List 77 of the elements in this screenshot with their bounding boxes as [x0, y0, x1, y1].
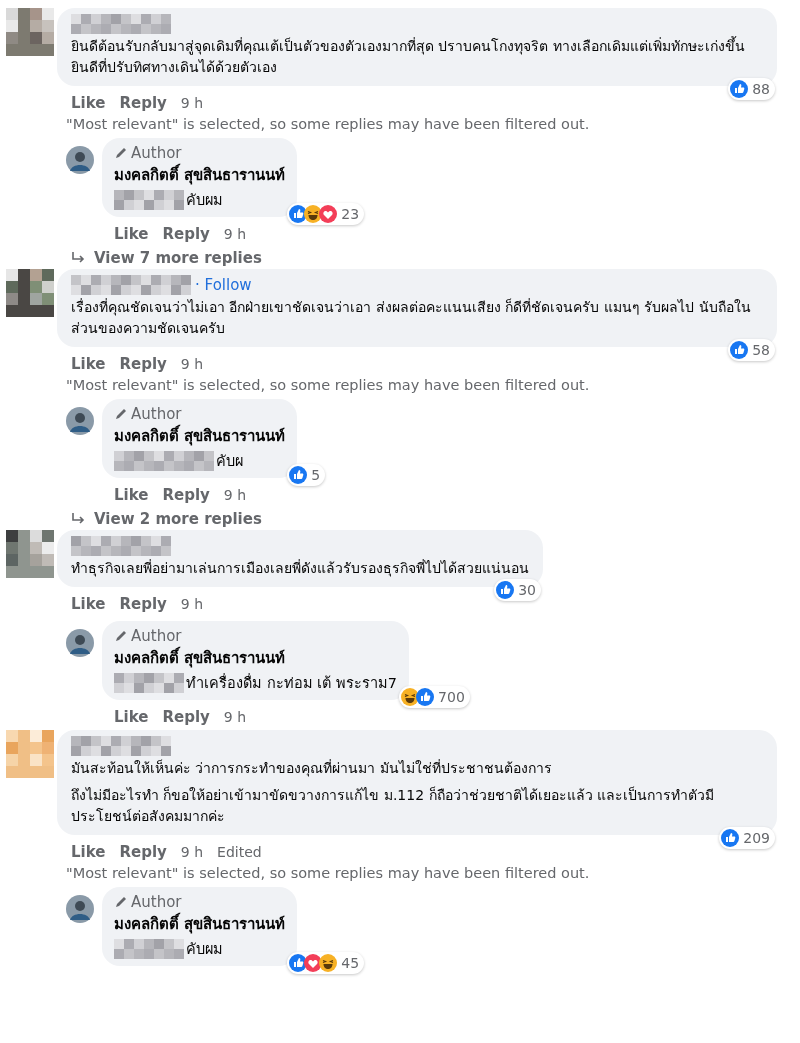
edited-label: Edited [217, 844, 262, 860]
reaction-summary[interactable]: 45 [287, 952, 365, 974]
like-icon [730, 341, 749, 359]
timestamp[interactable]: 9 h [180, 95, 204, 111]
like-icon [496, 581, 515, 599]
author-name[interactable]: มงคลกิตติ์ สุขสินธารานนท์ [114, 646, 398, 670]
view-more-replies-link[interactable]: View 2 more replies [6, 506, 800, 528]
blurred-text [114, 672, 184, 693]
view-more-replies-link[interactable]: View 7 more replies [6, 245, 800, 267]
reply-link[interactable]: Reply [119, 595, 167, 613]
like-icon [721, 829, 740, 847]
like-link[interactable]: Like [71, 843, 106, 861]
blurred-avatar [6, 8, 54, 56]
follow-link[interactable]: · Follow [195, 276, 252, 294]
like-link[interactable]: Like [114, 708, 149, 726]
avatar-icon[interactable] [66, 146, 94, 174]
comment-text: ทำธุรกิจเลยพี่อย่ามาเล่นการเมืองเลยพี่ดังแล้วรับรองธุรกิจพี่ไปได้สวยแน่นอน [71, 558, 529, 579]
author-label: Author [131, 144, 182, 162]
timestamp[interactable]: 9 h [223, 487, 247, 503]
avatar-icon[interactable] [66, 407, 94, 435]
author-label: Author [131, 627, 182, 645]
blurred-avatar [6, 269, 54, 317]
blurred-text [114, 938, 184, 959]
pencil-icon [114, 146, 128, 160]
author-label: Author [131, 893, 182, 911]
like-link[interactable]: Like [71, 595, 106, 613]
reply-text: คับผม [186, 191, 223, 210]
author-name[interactable]: มงคลกิตติ์ สุขสินธารานนท์ [114, 163, 286, 187]
blurred-avatar [6, 530, 54, 578]
reply-link[interactable]: Reply [119, 843, 167, 861]
reply-text: คับผม [186, 940, 223, 959]
author-label: Author [131, 405, 182, 423]
reply-link[interactable]: Reply [119, 94, 167, 112]
like-icon [289, 466, 308, 484]
comment-text: ถึงไม่มีอะไรทำ ก็ขอให้อย่าเข้ามาขัดขวางการแก้ไข ม.112 ก็ถือว่าช่วยชาติได้เยอะแล้ว และเป็นการทำตัวมีประโยชน์ต่อสังคมมากค่ะ [71, 785, 715, 826]
timestamp[interactable]: 9 h [180, 844, 204, 860]
reply-link[interactable]: Reply [119, 355, 167, 373]
reply-text: ทำเครื่องดื่ม กะท่อม เต้ พระราม7 [186, 672, 398, 693]
reply-text: คับผ [216, 452, 243, 471]
reply-link[interactable]: Reply [162, 225, 210, 243]
pencil-icon [114, 407, 128, 421]
author-name[interactable]: มงคลกิตติ์ สุขสินธารานนท์ [114, 912, 286, 936]
timestamp[interactable]: 9 h [223, 226, 247, 242]
reaction-summary[interactable]: 58 [728, 339, 775, 361]
pencil-icon [114, 895, 128, 909]
filter-note: "Most relevant" is selected, so some replies may have been filtered out. [65, 115, 591, 132]
reply-link[interactable]: Reply [162, 708, 210, 726]
like-link[interactable]: Like [71, 94, 106, 112]
comment-text: มันสะท้อนให้เห็นค่ะ ว่าการกระทำของคุณที่ผ่านมา มันไม่ใช่ที่ประชาชนต้องการ [71, 758, 553, 779]
author-name[interactable]: มงคลกิตติ์ สุขสินธารานนท์ [114, 424, 286, 448]
avatar-icon[interactable] [66, 895, 94, 923]
pencil-icon [114, 629, 128, 643]
like-link[interactable]: Like [114, 486, 149, 504]
like-link[interactable]: Like [71, 355, 106, 373]
reply-link[interactable]: Reply [162, 486, 210, 504]
reply-arrow-icon [70, 512, 86, 526]
timestamp[interactable]: 9 h [223, 709, 247, 725]
filter-note: "Most relevant" is selected, so some replies may have been filtered out. [65, 376, 591, 393]
reaction-summary[interactable]: 30 [494, 579, 541, 601]
comment-text: ยินดีต้อนรับกลับมาสู่จุดเดิมที่คุณเต้เป็นตัวของตัวเองมากที่สุด ปราบคนโกงทุจริต ทางเลือกเดิมแต่เพิ่มทักษะเก่งขึ้น ยินดีที่ปรับทิศทางเดินได้ด้วยตัวเอง [71, 36, 746, 77]
blurred-avatar [6, 730, 54, 778]
like-icon [730, 80, 749, 98]
reaction-summary[interactable]: 88 [728, 78, 775, 100]
avatar-icon[interactable] [66, 629, 94, 657]
timestamp[interactable]: 9 h [180, 356, 204, 372]
reaction-summary[interactable]: 700 [399, 686, 470, 708]
reply-arrow-icon [70, 251, 86, 265]
comment-text: เรื่องที่คุณชัดเจนว่าไม่เอา อีกฝ่ายเขาชัดเจนว่าเอา ส่งผลต่อคะแนนเสียง ก็ดีที่ชัดเจนครับ แมนๆ รับผลไป นับถือในส่วนของความชัดเจนครับ [71, 297, 752, 338]
reaction-summary[interactable]: 23 [287, 203, 365, 225]
laughing-emoji-icon [319, 954, 338, 972]
reaction-summary[interactable]: 5 [287, 464, 326, 486]
reaction-summary[interactable]: 209 [719, 827, 775, 849]
like-link[interactable]: Like [114, 225, 149, 243]
timestamp[interactable]: 9 h [180, 596, 204, 612]
like-icon [416, 688, 435, 706]
filter-note: "Most relevant" is selected, so some replies may have been filtered out. [65, 864, 591, 881]
blurred-text [114, 189, 184, 210]
